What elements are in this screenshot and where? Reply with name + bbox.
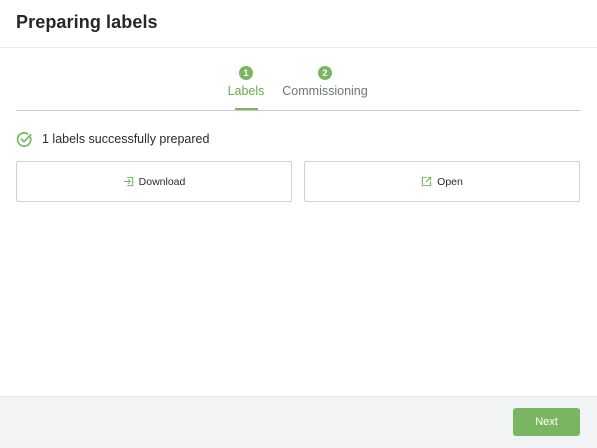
preparing-labels-dialog: Preparing labels 1 Labels 2 Commissionin… (0, 0, 597, 448)
active-step-indicator (235, 108, 258, 110)
dialog-title: Preparing labels (16, 12, 158, 32)
dialog-footer: Next (0, 396, 597, 448)
check-circle-icon (16, 131, 32, 147)
external-link-icon (421, 176, 432, 187)
download-icon (123, 176, 133, 187)
download-button[interactable]: Download (16, 161, 292, 202)
dialog-header: Preparing labels (0, 0, 597, 48)
next-button[interactable]: Next (513, 408, 580, 436)
step-commissioning[interactable]: 2 Commissioning (280, 66, 370, 98)
step-number-1: 1 (239, 66, 253, 80)
status-text: 1 labels successfully prepared (42, 132, 210, 146)
open-label: Open (437, 175, 463, 188)
open-button[interactable]: Open (304, 161, 580, 202)
step-labels[interactable]: 1 Labels (222, 66, 270, 110)
step-number-2: 2 (318, 66, 332, 80)
step-label-labels: Labels (227, 84, 265, 98)
step-label-commissioning: Commissioning (282, 84, 368, 98)
download-label: Download (138, 175, 186, 188)
stepper: 1 Labels 2 Commissioning (16, 66, 580, 111)
status-message: 1 labels successfully prepared (16, 130, 209, 148)
